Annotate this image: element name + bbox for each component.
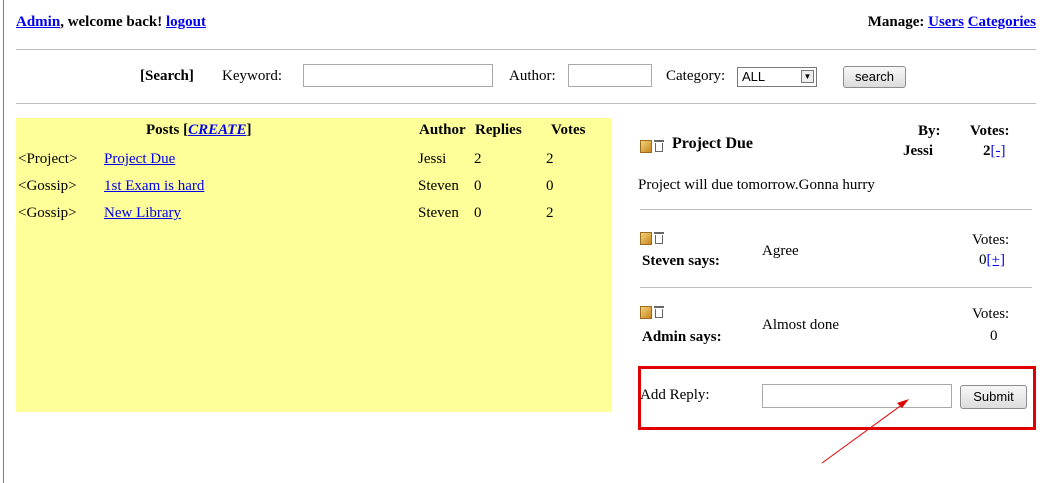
arrow-line bbox=[821, 403, 904, 464]
annotation-arrow bbox=[821, 399, 909, 464]
